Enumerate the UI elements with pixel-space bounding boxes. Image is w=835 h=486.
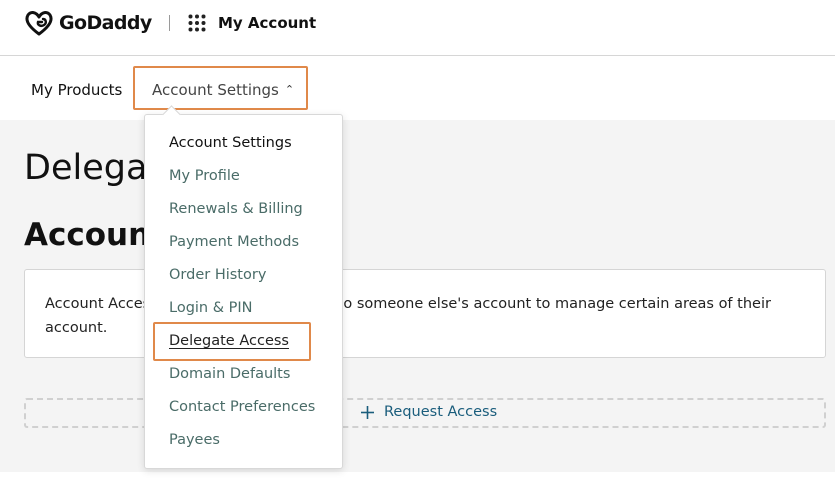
menu-highlight-box	[153, 322, 311, 361]
menu-item-payment-methods[interactable]: Payment Methods	[169, 234, 299, 250]
menu-item-domain-defaults[interactable]: Domain Defaults	[169, 366, 290, 382]
nav-my-products[interactable]: My Products	[31, 81, 122, 99]
godaddy-logo-icon	[25, 11, 53, 36]
top-header: GoDaddy My Account	[0, 0, 835, 56]
menu-item-my-profile[interactable]: My Profile	[169, 168, 240, 184]
app-title: My Account	[218, 14, 317, 32]
request-access-button[interactable]: Request Access	[360, 404, 497, 420]
brand-name: GoDaddy	[59, 12, 152, 34]
header-divider	[169, 15, 170, 31]
menu-item-order-history[interactable]: Order History	[169, 267, 266, 283]
plus-icon	[361, 405, 374, 419]
main-content: Delegate Access Account Access Account A…	[0, 120, 835, 472]
menu-item-payees[interactable]: Payees	[169, 432, 220, 448]
menu-item-contact-preferences[interactable]: Contact Preferences	[169, 399, 315, 415]
request-access-label: Request Access	[384, 404, 498, 420]
menu-item-login-pin[interactable]: Login & PIN	[169, 300, 253, 316]
account-settings-dropdown: Account Settings My Profile Renewals & B…	[144, 105, 343, 469]
godaddy-logo[interactable]: GoDaddy	[24, 9, 152, 37]
secondary-nav: My Products Account Settings ⌃	[0, 56, 835, 120]
menu-item-account-settings[interactable]: Account Settings	[169, 135, 292, 151]
menu-item-renewals-billing[interactable]: Renewals & Billing	[169, 201, 303, 217]
nav-highlight-box	[133, 66, 308, 110]
apps-grid-icon[interactable]	[188, 14, 206, 32]
